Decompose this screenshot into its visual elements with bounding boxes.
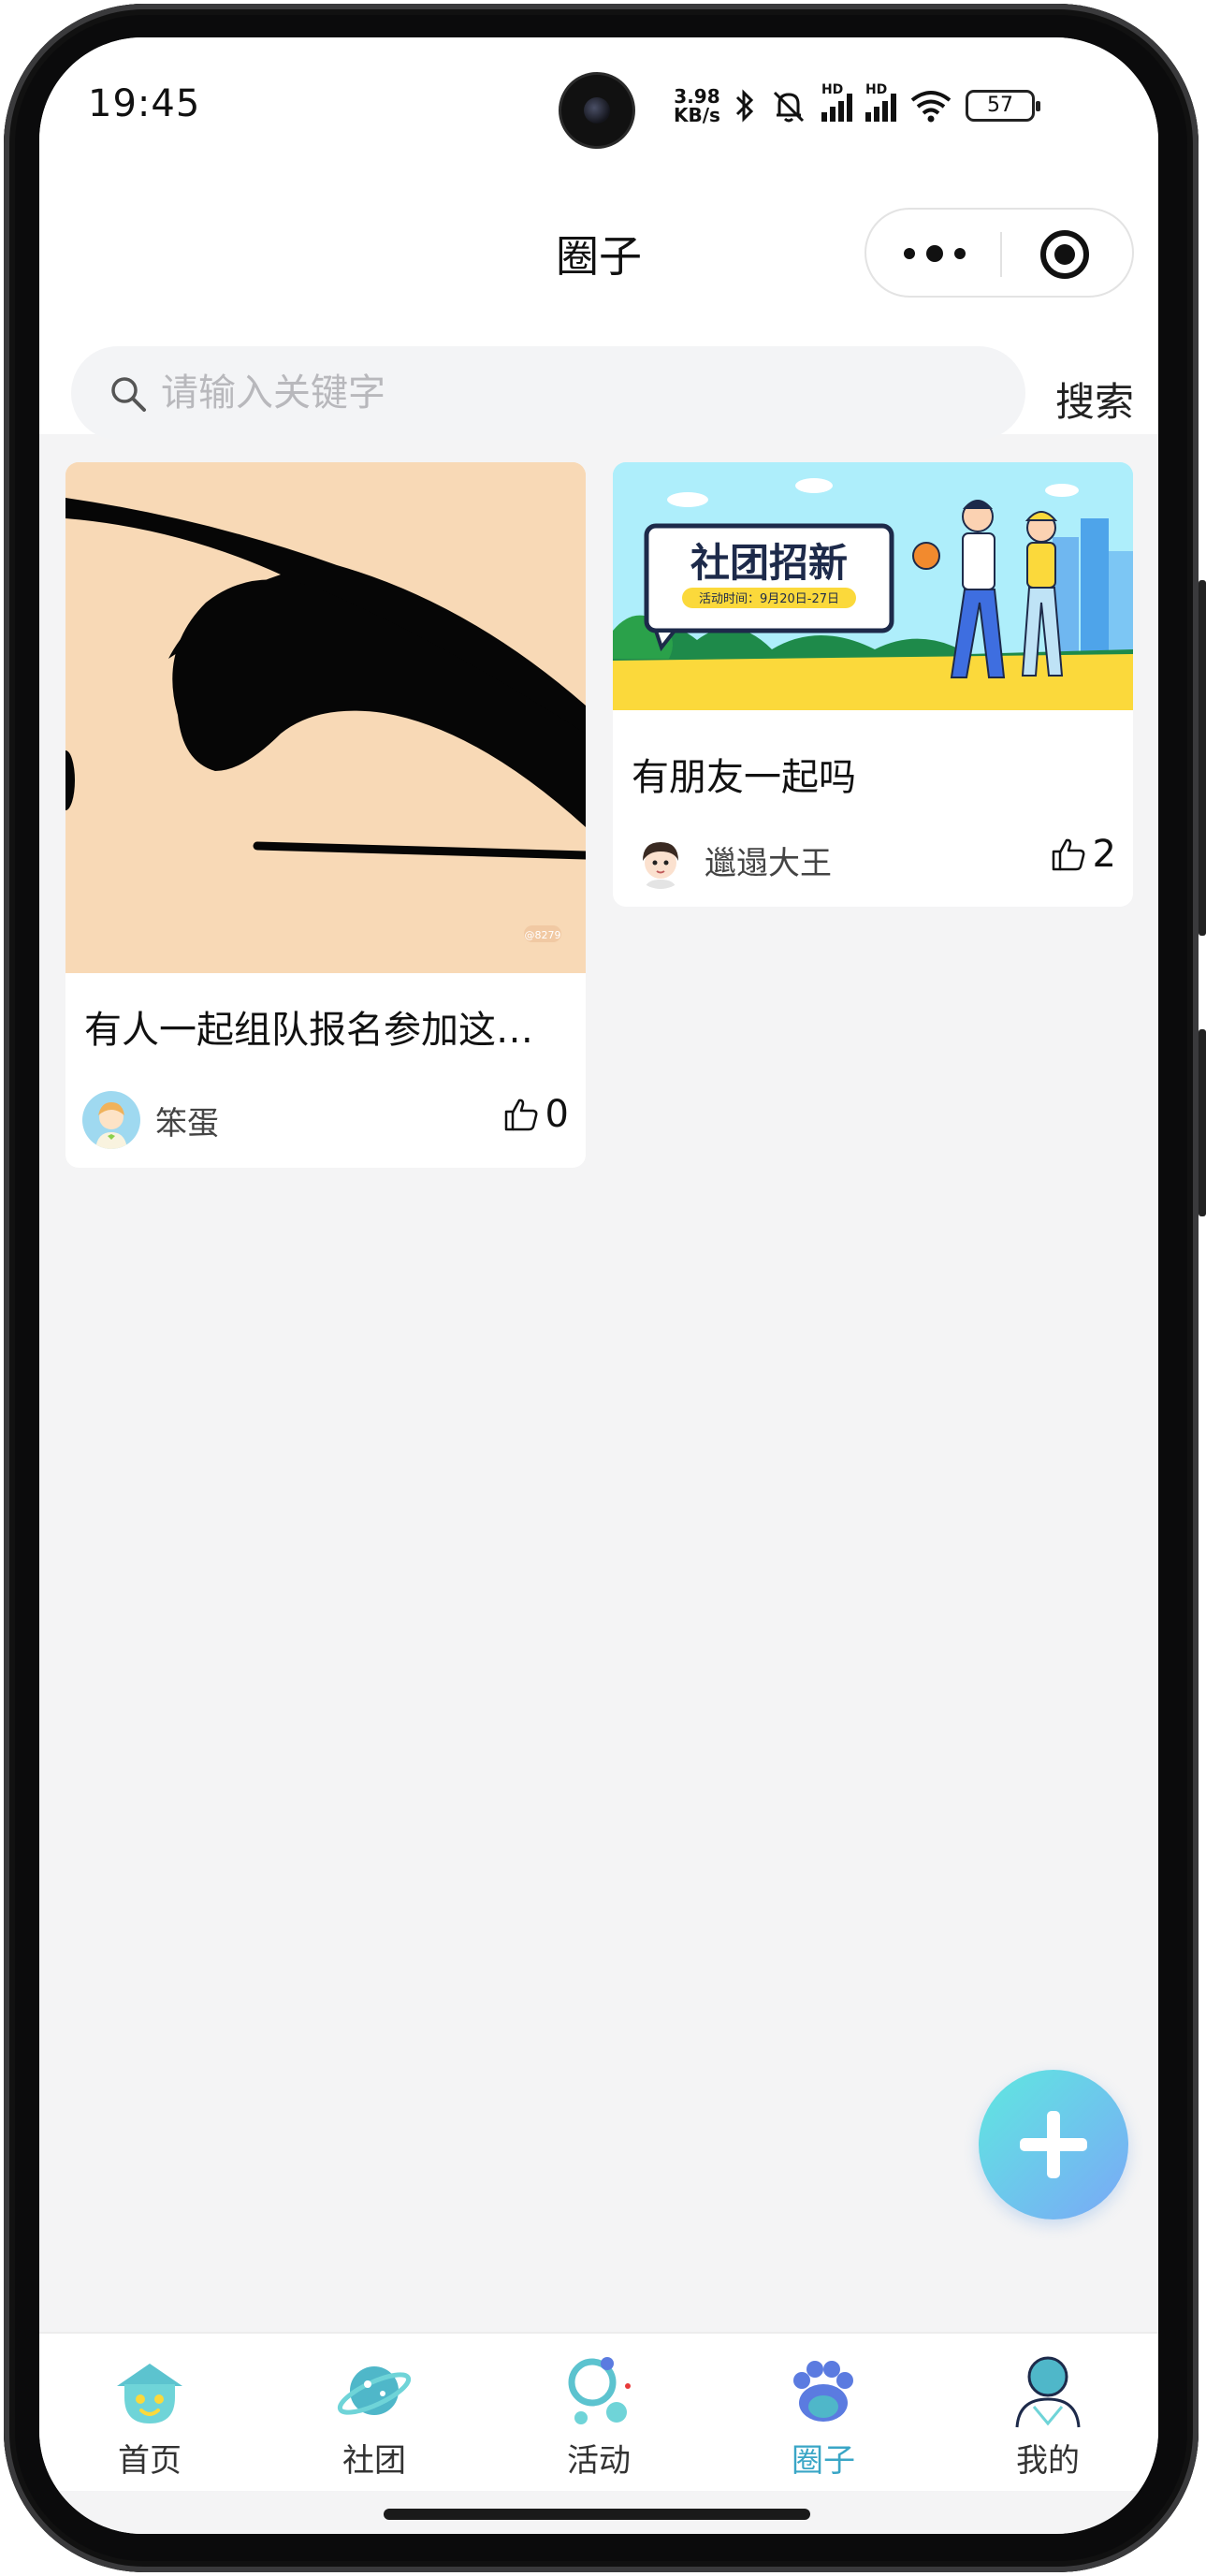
tab-label: 圈子 bbox=[792, 2442, 855, 2480]
tab-label: 活动 bbox=[567, 2442, 631, 2480]
tab-home[interactable]: 首页 bbox=[56, 2349, 243, 2489]
search-button[interactable]: 搜索 bbox=[1055, 371, 1134, 428]
power-button bbox=[1199, 1029, 1206, 1216]
post-card[interactable]: @8279 有人一起组队报名参加这… 笨蛋 0 bbox=[65, 462, 586, 1168]
more-icon[interactable] bbox=[904, 240, 966, 268]
banner-subtitle: 活动时间：9月20日-27日 bbox=[699, 592, 839, 606]
cover-watermark: @8279 bbox=[525, 929, 561, 941]
avatar bbox=[82, 1091, 140, 1149]
home-icon bbox=[117, 2364, 182, 2423]
search-bar: 搜索 bbox=[39, 299, 1158, 440]
thumbs-up-icon bbox=[1052, 838, 1084, 871]
target-icon[interactable] bbox=[1040, 230, 1089, 279]
status-icons: 3.98 KB/s HD HD 57 bbox=[674, 82, 1040, 129]
hd-signal-icon: HD bbox=[821, 82, 852, 122]
net-speed-unit: KB/s bbox=[674, 104, 720, 126]
hd-signal-icon: HD bbox=[865, 82, 896, 122]
net-speed-value: 3.98 bbox=[674, 85, 720, 108]
battery-icon: 57 bbox=[965, 90, 1040, 122]
like-count: 2 bbox=[1092, 833, 1116, 876]
status-bar: 19:45 3.98 KB/s HD HD 57 bbox=[39, 37, 1158, 178]
bluetooth-icon bbox=[735, 89, 754, 123]
paw-icon bbox=[793, 2361, 853, 2422]
phone-frame: 19:45 3.98 KB/s HD HD 57 圈子 请输入关键字 搜索 @8… bbox=[0, 0, 1206, 2576]
tab-activity[interactable]: 活动 bbox=[505, 2349, 692, 2489]
tab-label: 我的 bbox=[1016, 2442, 1080, 2480]
post-cover-image: @8279 bbox=[65, 462, 586, 973]
thumbs-up-icon bbox=[504, 1099, 537, 1131]
search-icon bbox=[111, 377, 146, 412]
screen: 19:45 3.98 KB/s HD HD 57 圈子 请输入关键字 搜索 @8… bbox=[39, 37, 1158, 2534]
activity-icon bbox=[568, 2357, 631, 2424]
planet-icon bbox=[337, 2366, 412, 2415]
search-box bbox=[71, 346, 1025, 440]
post-author[interactable]: 笨蛋 bbox=[82, 1091, 219, 1149]
post-title[interactable]: 有人一起组队报名参加这… bbox=[84, 999, 571, 1054]
home-indicator[interactable] bbox=[384, 2509, 810, 2520]
author-name: 邋遢大王 bbox=[705, 844, 832, 882]
post-card[interactable]: 社团招新 活动时间：9月20日-27日 有朋友一起吗 邋遢大王 2 bbox=[613, 462, 1133, 907]
post-title[interactable]: 有朋友一起吗 bbox=[632, 747, 1118, 801]
net-speed: 3.98 KB/s bbox=[674, 87, 720, 124]
tab-circle[interactable]: 圈子 bbox=[730, 2349, 917, 2489]
author-name: 笨蛋 bbox=[155, 1104, 219, 1142]
avatar bbox=[632, 831, 690, 889]
status-time: 19:45 bbox=[88, 82, 201, 125]
like-count: 0 bbox=[545, 1093, 569, 1136]
tab-label: 社团 bbox=[342, 2442, 406, 2480]
post-author[interactable]: 邋遢大王 bbox=[632, 831, 832, 889]
front-camera bbox=[561, 75, 632, 146]
capsule-divider bbox=[1000, 232, 1002, 277]
banner-heading: 社团招新 bbox=[690, 540, 848, 586]
mute-icon bbox=[773, 91, 805, 123]
create-post-button[interactable] bbox=[979, 2070, 1128, 2219]
tab-bar: 首页 社团 活动 圈子 我的 bbox=[39, 2332, 1158, 2491]
search-input[interactable] bbox=[161, 363, 984, 423]
tab-mine[interactable]: 我的 bbox=[954, 2349, 1141, 2489]
like-button[interactable]: 2 bbox=[1050, 833, 1116, 876]
wifi-icon bbox=[910, 91, 952, 123]
tab-label: 首页 bbox=[118, 2442, 182, 2480]
miniprogram-capsule bbox=[865, 208, 1134, 298]
like-button[interactable]: 0 bbox=[502, 1093, 569, 1136]
tab-club[interactable]: 社团 bbox=[281, 2349, 468, 2489]
nav-bar: 圈子 bbox=[39, 168, 1158, 299]
volume-button bbox=[1199, 580, 1206, 936]
user-icon bbox=[1015, 2356, 1081, 2428]
post-cover-image: 社团招新 活动时间：9月20日-27日 bbox=[613, 462, 1133, 710]
